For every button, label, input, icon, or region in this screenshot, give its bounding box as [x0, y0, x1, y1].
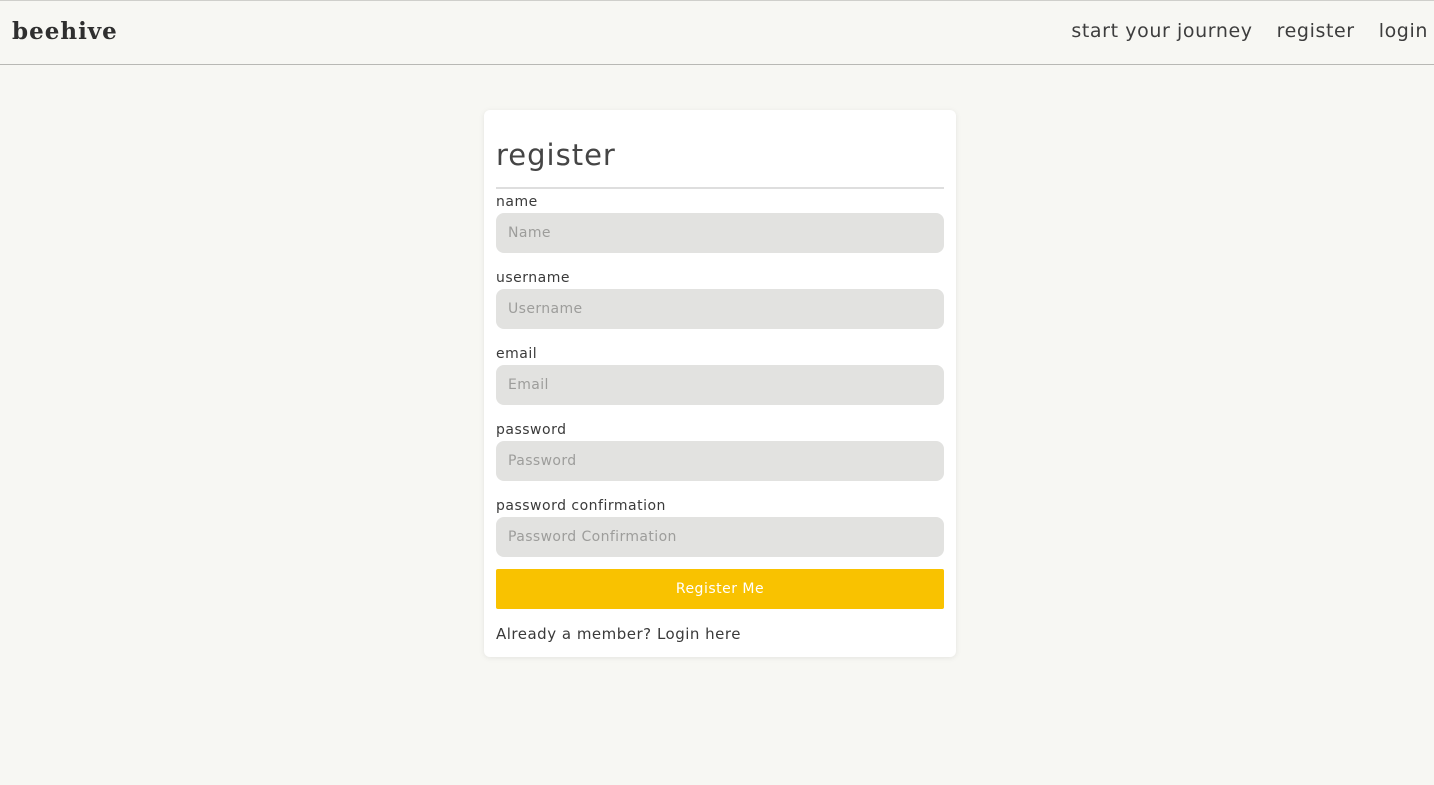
- nav-link-start-your-journey[interactable]: start your journey: [1071, 20, 1252, 42]
- top-navbar: beehive start your journey register logi…: [0, 0, 1434, 65]
- login-prompt-text: Already a member?: [496, 625, 652, 643]
- login-prompt: Already a member? Login here: [496, 625, 944, 643]
- brand-logo[interactable]: beehive: [12, 18, 118, 45]
- page-title: register: [496, 138, 616, 172]
- password-input[interactable]: [496, 441, 944, 481]
- email-input[interactable]: [496, 365, 944, 405]
- username-input[interactable]: [496, 289, 944, 329]
- register-me-button[interactable]: Register Me: [496, 569, 944, 609]
- password-confirmation-field-group: password confirmation: [496, 497, 944, 557]
- password-confirmation-input[interactable]: [496, 517, 944, 557]
- nav-links: start your journey register login: [1071, 20, 1428, 42]
- password-field-group: password: [496, 421, 944, 481]
- email-field-group: email: [496, 345, 944, 405]
- register-card: register name username email password pa…: [484, 110, 956, 657]
- nav-link-register[interactable]: register: [1277, 20, 1355, 42]
- login-here-link[interactable]: Login here: [657, 625, 741, 643]
- name-input[interactable]: [496, 213, 944, 253]
- password-confirmation-label: password confirmation: [496, 498, 666, 514]
- email-label: email: [496, 346, 538, 362]
- password-label: password: [496, 422, 567, 438]
- name-field-group: name: [496, 193, 944, 253]
- name-label: name: [496, 194, 538, 210]
- username-field-group: username: [496, 269, 944, 329]
- title-divider: [496, 187, 944, 189]
- username-label: username: [496, 270, 570, 286]
- nav-link-login[interactable]: login: [1379, 20, 1428, 42]
